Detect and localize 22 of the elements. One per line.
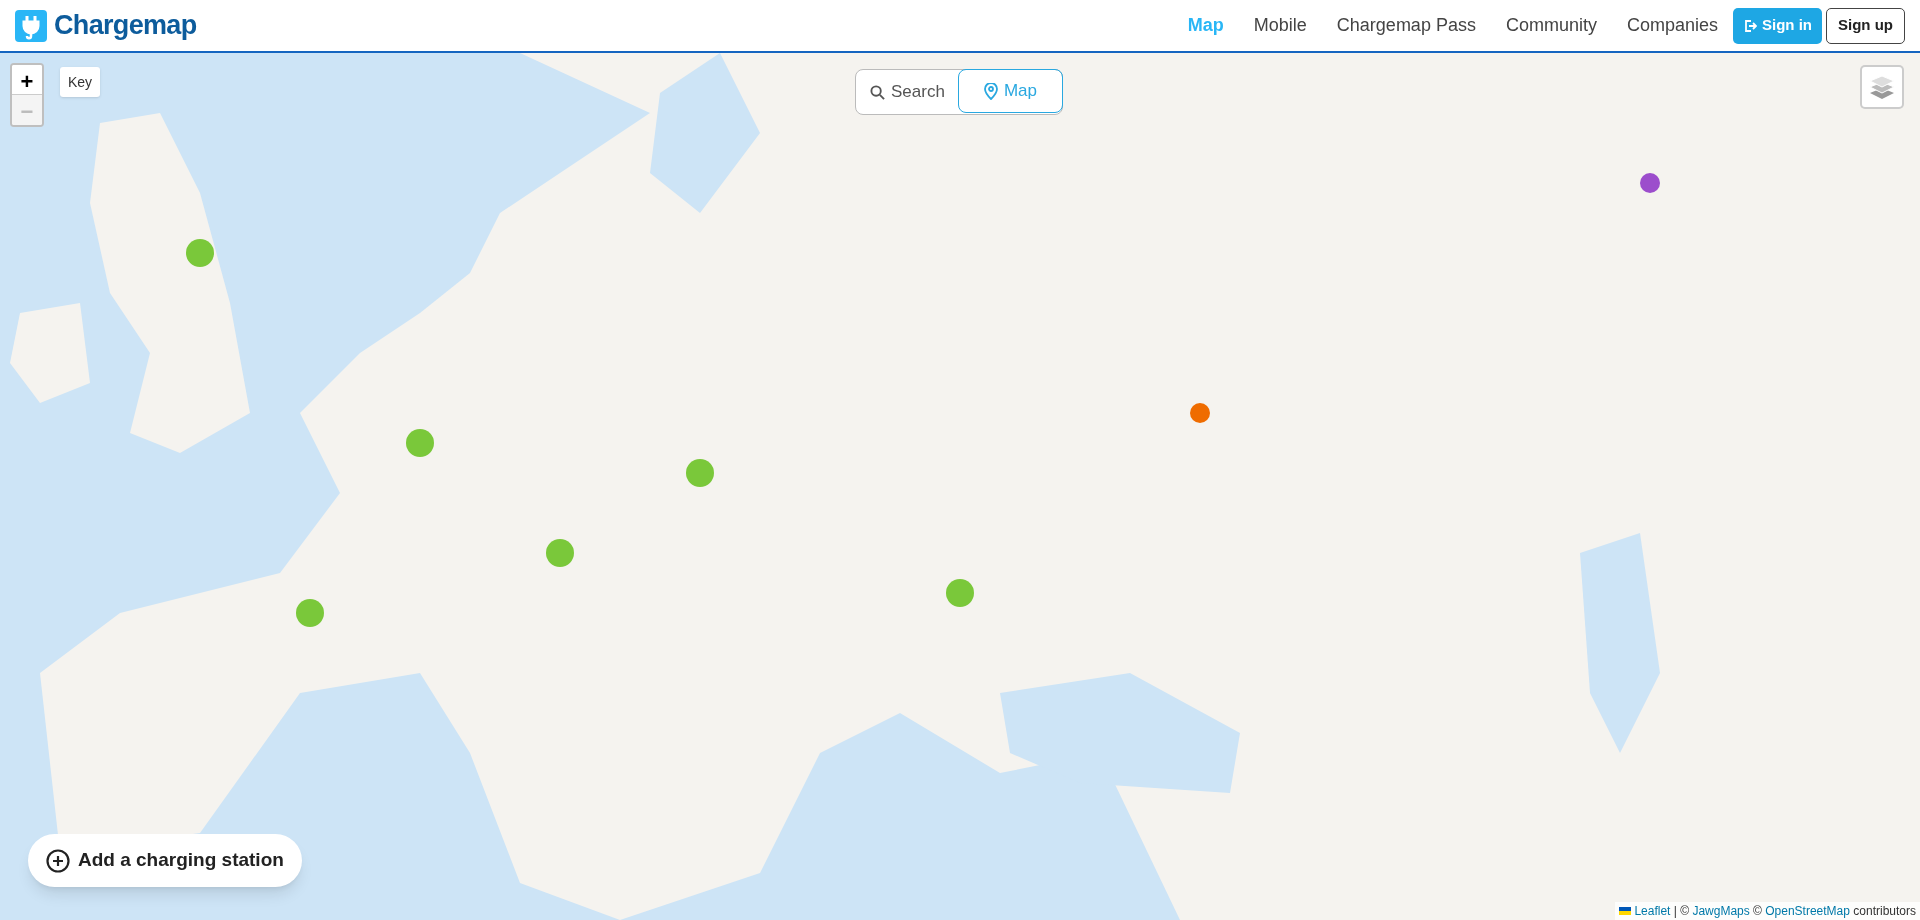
layers-icon — [1868, 74, 1896, 100]
nav-link[interactable]: Companies — [1626, 12, 1718, 39]
logo-text[interactable]: Chargemap — [54, 5, 197, 46]
flag-icon — [1619, 907, 1632, 915]
nav-link[interactable]: Chargemap Pass — [1336, 12, 1476, 39]
nav-link[interactable]: Mobile — [1253, 12, 1307, 39]
attribution-link[interactable]: Leaflet — [1634, 904, 1671, 918]
attribution-text: Leaflet | © JawgMaps © OpenStreetMap contributors — [1634, 903, 1916, 920]
add-icon — [46, 848, 70, 873]
nav-link[interactable]: Community — [1505, 12, 1597, 39]
add-station-button[interactable]: Add a charging station — [28, 834, 302, 887]
sign-up-button[interactable]: Sign up — [1826, 7, 1905, 44]
attribution-link[interactable]: JawgMaps — [1692, 904, 1750, 918]
sign-in-icon — [1743, 18, 1757, 33]
zoom-in-button[interactable]: + — [12, 65, 42, 95]
key-button[interactable]: Key — [60, 67, 101, 97]
logo-icon — [15, 9, 47, 42]
layers-button[interactable] — [1860, 65, 1904, 109]
location-pin-icon — [983, 82, 998, 100]
search-icon — [870, 84, 885, 100]
view-toggle-tab[interactable]: Search — [856, 70, 959, 114]
attribution-link[interactable]: OpenStreetMap — [1765, 904, 1850, 918]
